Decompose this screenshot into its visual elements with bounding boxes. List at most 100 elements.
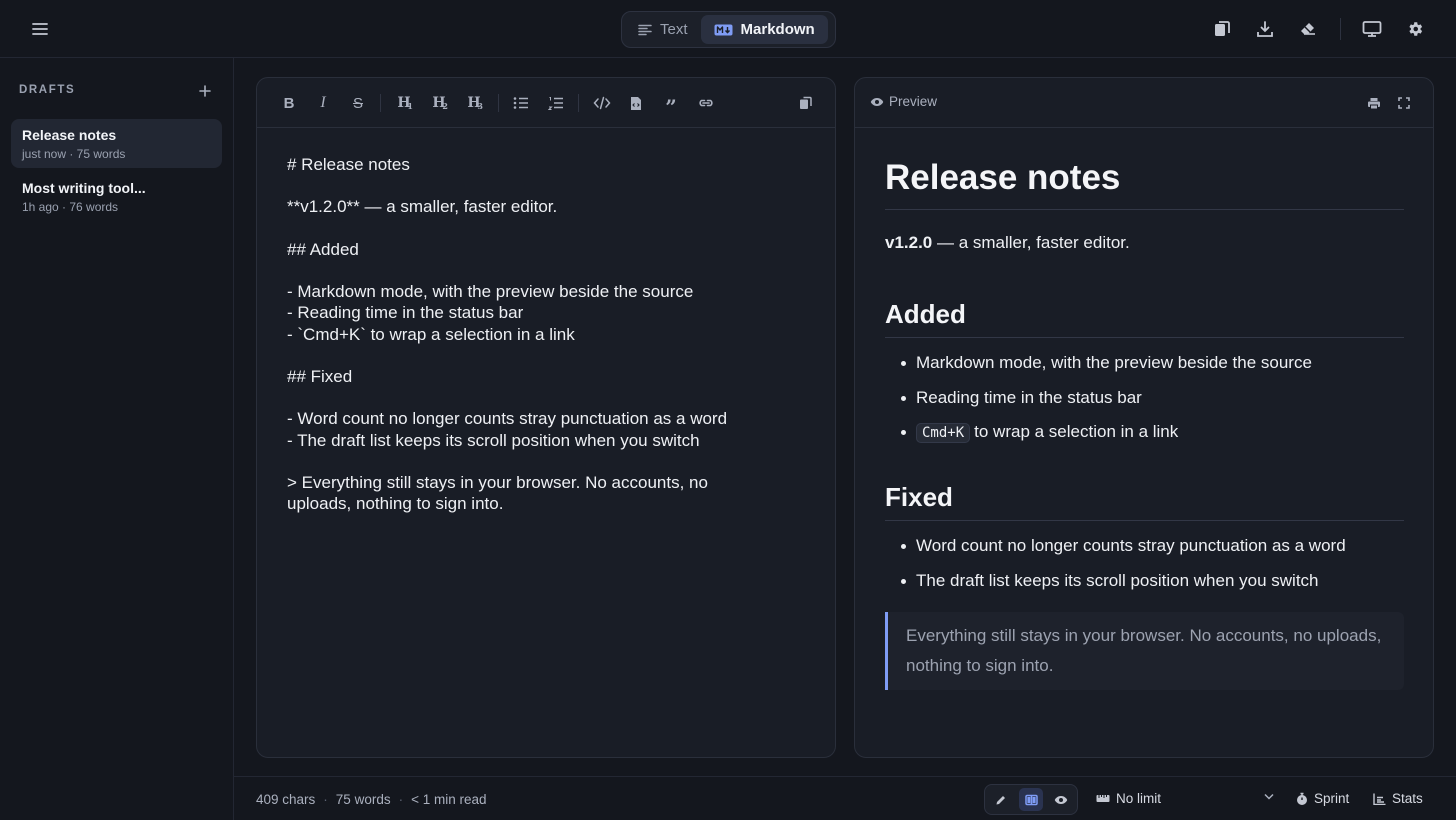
editor-line: - Markdown mode, with the preview beside… (287, 282, 694, 302)
preview-content: Release notes v1.2.0 — a smaller, faster… (885, 156, 1404, 690)
download-icon[interactable] (1250, 14, 1280, 44)
bullet-list-icon[interactable] (508, 90, 534, 116)
draft-item-release-notes[interactable]: Release notes just now · 75 words (11, 119, 222, 168)
editor-line: # Release notes (287, 155, 410, 174)
monitor-icon[interactable] (1357, 14, 1387, 44)
editor-line: > Everything still stays in your browser… (287, 472, 708, 492)
word-goal-select[interactable]: No limit (1096, 791, 1161, 806)
list-item: Cmd+K to wrap a selection in a link (885, 421, 1404, 444)
markdown-icon (714, 24, 733, 36)
stats-button[interactable]: Stats (1373, 791, 1423, 806)
bar-chart-icon (1373, 793, 1386, 805)
split-view-button[interactable] (1019, 788, 1043, 811)
mode-text-button[interactable]: Text (625, 15, 701, 44)
heading-3-icon[interactable]: H3 (461, 90, 487, 116)
toolbar-separator (498, 94, 499, 112)
word-goal-value: No limit (1116, 791, 1162, 806)
eraser-icon[interactable] (1293, 14, 1323, 44)
heading-1-icon[interactable]: H1 (391, 90, 417, 116)
edit-only-button[interactable] (989, 788, 1013, 811)
toolbar-separator (380, 94, 381, 112)
preview-h2-added: Added (885, 297, 1404, 338)
draft-meta: 1h ago · 76 words (22, 200, 119, 214)
preview-added-list: Markdown mode, with the preview beside t… (885, 352, 1404, 444)
editor-toolbar: B I S H1 H2 H3 ” (257, 78, 835, 128)
add-draft-button[interactable] (194, 80, 216, 102)
preview-h1: Release notes (885, 156, 1404, 210)
eye-icon (1054, 795, 1068, 804)
inline-code: Cmd+K (916, 423, 971, 443)
editor-line: ## Added (287, 239, 359, 259)
gear-icon[interactable] (1400, 14, 1430, 44)
list-item-text: to wrap a selection in a link (974, 422, 1179, 441)
quote-icon[interactable]: ” (658, 90, 684, 117)
editor-panel: B I S H1 H2 H3 ” # Release notes **v1.2.… (256, 77, 836, 758)
copy-icon[interactable] (1207, 14, 1237, 44)
preview-version: v1.2.0 (885, 233, 933, 252)
text-lines-icon (638, 24, 652, 36)
drafts-heading: DRAFTS (19, 84, 76, 96)
ruler-icon (1096, 795, 1110, 802)
stats-label: Stats (1392, 791, 1423, 806)
link-icon[interactable] (693, 90, 719, 116)
editor-line: - Reading time in the status bar (287, 303, 524, 323)
editor-mode-switch: Text Markdown (621, 11, 836, 48)
list-item: Word count no longer counts stray punctu… (885, 535, 1404, 557)
code-block-icon[interactable] (623, 90, 649, 116)
preview-h2-fixed: Fixed (885, 480, 1404, 521)
draft-title: Release notes (22, 127, 117, 143)
plus-icon (199, 85, 211, 97)
print-icon[interactable] (1361, 90, 1387, 116)
code-icon[interactable] (589, 90, 615, 116)
topbar-divider (1340, 18, 1341, 40)
reading-time: < 1 min read (411, 792, 487, 807)
editor-line: uploads, nothing to sign into. (287, 494, 504, 514)
separator: · (398, 792, 404, 807)
copy-icon[interactable] (793, 90, 819, 116)
document-stats: 409 chars · 75 words · < 1 min read (256, 792, 487, 807)
drafts-sidebar: DRAFTS Release notes just now · 75 words… (0, 58, 234, 820)
editor-line: - `Cmd+K` to wrap a selection in a link (287, 324, 575, 344)
bold-icon[interactable]: B (276, 90, 302, 116)
chevron-down-icon[interactable] (1264, 793, 1274, 800)
view-layout-toggle (984, 784, 1078, 815)
preview-paragraph: v1.2.0 — a smaller, faster editor. (885, 232, 1404, 254)
split-view-icon (1024, 794, 1038, 805)
preview-label: Preview (889, 94, 938, 109)
sprint-button[interactable]: Sprint (1296, 791, 1349, 806)
top-bar: Text Markdown (0, 0, 1456, 58)
list-item: Reading time in the status bar (885, 387, 1404, 409)
editor-line: ## Fixed (287, 366, 353, 386)
draft-item-most-writing[interactable]: Most writing tool... 1h ago · 76 words (11, 172, 222, 221)
hamburger-menu-icon[interactable] (26, 15, 54, 43)
fullscreen-icon[interactable] (1391, 90, 1417, 116)
preview-toolbar: Preview (855, 78, 1433, 128)
editor-line: - The draft list keeps its scroll positi… (287, 430, 700, 450)
numbered-list-icon[interactable] (543, 90, 569, 116)
markdown-source-editor[interactable]: # Release notes **v1.2.0** — a smaller, f… (287, 154, 807, 514)
char-count: 409 chars (256, 792, 316, 807)
editor-line: - Word count no longer counts stray punc… (287, 409, 728, 429)
draft-meta: just now · 75 words (22, 147, 126, 161)
preview-tagline: — a smaller, faster editor. (932, 233, 1130, 252)
preview-fixed-list: Word count no longer counts stray punctu… (885, 535, 1404, 592)
list-item: Markdown mode, with the preview beside t… (885, 352, 1404, 374)
italic-icon[interactable]: I (310, 90, 336, 116)
editor-line: **v1.2.0** — a smaller, faster editor. (287, 197, 558, 217)
preview-only-button[interactable] (1049, 788, 1073, 811)
separator: · (323, 792, 328, 807)
strikethrough-icon[interactable]: S (345, 90, 371, 116)
mode-markdown-label: Markdown (740, 21, 815, 38)
word-count: 75 words (335, 792, 391, 807)
pencil-icon (996, 795, 1005, 804)
draft-title: Most writing tool... (22, 180, 146, 196)
mode-markdown-button[interactable]: Markdown (700, 15, 828, 44)
preview-toggle[interactable]: Preview (870, 94, 937, 109)
stopwatch-icon (1297, 792, 1307, 805)
heading-2-icon[interactable]: H2 (426, 90, 452, 116)
